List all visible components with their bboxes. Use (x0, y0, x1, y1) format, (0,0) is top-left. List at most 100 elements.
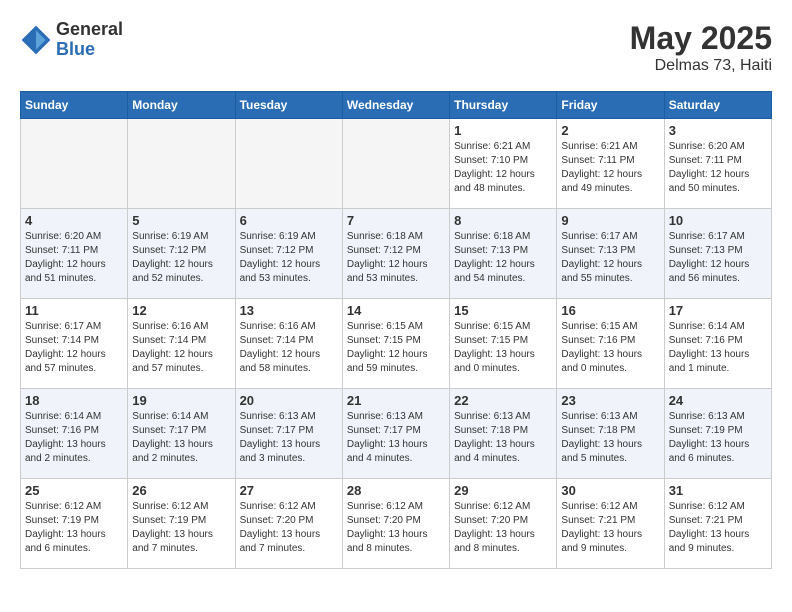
day-detail: Sunrise: 6:18 AM Sunset: 7:13 PM Dayligh… (454, 230, 552, 286)
calendar-week-row: 25 Sunrise: 6:12 AM Sunset: 7:19 PM Dayli… (21, 479, 772, 569)
day-number: 11 (25, 303, 123, 318)
calendar-day-cell: 12Sunrise: 6:16 AM Sunset: 7:14 PM Dayli… (128, 299, 235, 389)
calendar-day-cell: 10 Sunrise: 6:17 AM Sunset: 7:13 PM Dayli… (664, 209, 771, 299)
day-detail: Sunrise: 6:13 AM Sunset: 7:18 PM Dayligh… (454, 410, 552, 466)
day-detail: Sunrise: 6:12 AM Sunset: 7:21 PM Dayligh… (669, 500, 767, 556)
weekday-header: Tuesday (235, 92, 342, 119)
day-number: 26 (132, 483, 230, 498)
day-detail: Sunrise: 6:14 AM Sunset: 7:17 PM Dayligh… (132, 410, 230, 466)
day-number: 27 (240, 483, 338, 498)
day-number: 25 (25, 483, 123, 498)
calendar-day-cell: 18Sunrise: 6:14 AM Sunset: 7:16 PM Dayli… (21, 389, 128, 479)
day-detail: Sunrise: 6:13 AM Sunset: 7:18 PM Dayligh… (561, 410, 659, 466)
day-detail: Sunrise: 6:17 AM Sunset: 7:13 PM Dayligh… (669, 230, 767, 286)
day-number: 12 (132, 303, 230, 318)
day-number: 6 (240, 213, 338, 228)
day-detail: Sunrise: 6:12 AM Sunset: 7:20 PM Dayligh… (240, 500, 338, 556)
weekday-header: Thursday (450, 92, 557, 119)
calendar-day-cell: 15 Sunrise: 6:15 AM Sunset: 7:15 PM Dayli… (450, 299, 557, 389)
day-detail: Sunrise: 6:14 AM Sunset: 7:16 PM Dayligh… (25, 410, 123, 466)
day-detail: Sunrise: 6:12 AM Sunset: 7:19 PM Dayligh… (25, 500, 123, 556)
day-detail: Sunrise: 6:12 AM Sunset: 7:20 PM Dayligh… (347, 500, 445, 556)
calendar-title: May 2025 (630, 20, 772, 57)
day-number: 17 (669, 303, 767, 318)
weekday-header: Wednesday (342, 92, 449, 119)
calendar-day-cell: 6 Sunrise: 6:19 AM Sunset: 7:12 PM Daylig… (235, 209, 342, 299)
logo-general: General (56, 20, 123, 40)
calendar-location: Delmas 73, Haiti (630, 57, 772, 75)
logo-text: General Blue (56, 20, 123, 60)
weekday-header: Sunday (21, 92, 128, 119)
calendar-day-cell: 8 Sunrise: 6:18 AM Sunset: 7:13 PM Daylig… (450, 209, 557, 299)
day-number: 8 (454, 213, 552, 228)
weekday-header: Friday (557, 92, 664, 119)
calendar-day-cell: 5 Sunrise: 6:19 AM Sunset: 7:12 PM Daylig… (128, 209, 235, 299)
day-detail: Sunrise: 6:21 AM Sunset: 7:10 PM Dayligh… (454, 140, 552, 196)
calendar-week-row: 1 Sunrise: 6:21 AM Sunset: 7:10 PM Daylig… (21, 119, 772, 209)
calendar-day-cell: 24 Sunrise: 6:13 AM Sunset: 7:19 PM Dayli… (664, 389, 771, 479)
calendar-week-row: 4Sunrise: 6:20 AM Sunset: 7:11 PM Daylig… (21, 209, 772, 299)
calendar-day-cell: 11Sunrise: 6:17 AM Sunset: 7:14 PM Dayli… (21, 299, 128, 389)
calendar-day-cell: 2 Sunrise: 6:21 AM Sunset: 7:11 PM Daylig… (557, 119, 664, 209)
weekday-header: Saturday (664, 92, 771, 119)
day-number: 14 (347, 303, 445, 318)
day-number: 30 (561, 483, 659, 498)
calendar-day-cell: 17 Sunrise: 6:14 AM Sunset: 7:16 PM Dayli… (664, 299, 771, 389)
calendar-day-cell: 1 Sunrise: 6:21 AM Sunset: 7:10 PM Daylig… (450, 119, 557, 209)
day-detail: Sunrise: 6:19 AM Sunset: 7:12 PM Dayligh… (132, 230, 230, 286)
calendar-day-cell: 7Sunrise: 6:18 AM Sunset: 7:12 PM Daylig… (342, 209, 449, 299)
day-number: 19 (132, 393, 230, 408)
day-detail: Sunrise: 6:13 AM Sunset: 7:17 PM Dayligh… (347, 410, 445, 466)
day-number: 1 (454, 123, 552, 138)
calendar-day-cell (21, 119, 128, 209)
calendar-day-cell (342, 119, 449, 209)
calendar-day-cell: 25 Sunrise: 6:12 AM Sunset: 7:19 PM Dayli… (21, 479, 128, 569)
day-detail: Sunrise: 6:13 AM Sunset: 7:19 PM Dayligh… (669, 410, 767, 466)
day-detail: Sunrise: 6:13 AM Sunset: 7:17 PM Dayligh… (240, 410, 338, 466)
calendar-table: SundayMondayTuesdayWednesdayThursdayFrid… (20, 91, 772, 569)
title-block: May 2025 Delmas 73, Haiti (630, 20, 772, 75)
day-detail: Sunrise: 6:12 AM Sunset: 7:20 PM Dayligh… (454, 500, 552, 556)
day-detail: Sunrise: 6:14 AM Sunset: 7:16 PM Dayligh… (669, 320, 767, 376)
day-detail: Sunrise: 6:17 AM Sunset: 7:13 PM Dayligh… (561, 230, 659, 286)
day-detail: Sunrise: 6:19 AM Sunset: 7:12 PM Dayligh… (240, 230, 338, 286)
day-number: 24 (669, 393, 767, 408)
day-number: 13 (240, 303, 338, 318)
calendar-day-cell (235, 119, 342, 209)
logo-blue: Blue (56, 40, 123, 60)
day-detail: Sunrise: 6:15 AM Sunset: 7:15 PM Dayligh… (347, 320, 445, 376)
day-detail: Sunrise: 6:15 AM Sunset: 7:16 PM Dayligh… (561, 320, 659, 376)
day-number: 10 (669, 213, 767, 228)
calendar-day-cell: 4Sunrise: 6:20 AM Sunset: 7:11 PM Daylig… (21, 209, 128, 299)
calendar-day-cell: 31 Sunrise: 6:12 AM Sunset: 7:21 PM Dayli… (664, 479, 771, 569)
day-number: 23 (561, 393, 659, 408)
calendar-day-cell: 19 Sunrise: 6:14 AM Sunset: 7:17 PM Dayli… (128, 389, 235, 479)
day-detail: Sunrise: 6:20 AM Sunset: 7:11 PM Dayligh… (669, 140, 767, 196)
day-number: 20 (240, 393, 338, 408)
logo-icon (20, 24, 52, 56)
calendar-day-cell: 30Sunrise: 6:12 AM Sunset: 7:21 PM Dayli… (557, 479, 664, 569)
calendar-day-cell: 16Sunrise: 6:15 AM Sunset: 7:16 PM Dayli… (557, 299, 664, 389)
day-detail: Sunrise: 6:20 AM Sunset: 7:11 PM Dayligh… (25, 230, 123, 286)
calendar-day-cell: 3 Sunrise: 6:20 AM Sunset: 7:11 PM Daylig… (664, 119, 771, 209)
calendar-day-cell: 22Sunrise: 6:13 AM Sunset: 7:18 PM Dayli… (450, 389, 557, 479)
day-number: 3 (669, 123, 767, 138)
page-header: General Blue May 2025 Delmas 73, Haiti (20, 20, 772, 75)
day-number: 5 (132, 213, 230, 228)
calendar-day-cell: 13Sunrise: 6:16 AM Sunset: 7:14 PM Dayli… (235, 299, 342, 389)
day-number: 15 (454, 303, 552, 318)
day-number: 21 (347, 393, 445, 408)
calendar-day-cell: 28Sunrise: 6:12 AM Sunset: 7:20 PM Dayli… (342, 479, 449, 569)
day-number: 31 (669, 483, 767, 498)
calendar-header-row: SundayMondayTuesdayWednesdayThursdayFrid… (21, 92, 772, 119)
day-number: 2 (561, 123, 659, 138)
calendar-day-cell: 26Sunrise: 6:12 AM Sunset: 7:19 PM Dayli… (128, 479, 235, 569)
calendar-day-cell (128, 119, 235, 209)
day-number: 29 (454, 483, 552, 498)
day-detail: Sunrise: 6:18 AM Sunset: 7:12 PM Dayligh… (347, 230, 445, 286)
day-detail: Sunrise: 6:15 AM Sunset: 7:15 PM Dayligh… (454, 320, 552, 376)
calendar-day-cell: 23 Sunrise: 6:13 AM Sunset: 7:18 PM Dayli… (557, 389, 664, 479)
calendar-week-row: 11Sunrise: 6:17 AM Sunset: 7:14 PM Dayli… (21, 299, 772, 389)
day-detail: Sunrise: 6:21 AM Sunset: 7:11 PM Dayligh… (561, 140, 659, 196)
weekday-header: Monday (128, 92, 235, 119)
